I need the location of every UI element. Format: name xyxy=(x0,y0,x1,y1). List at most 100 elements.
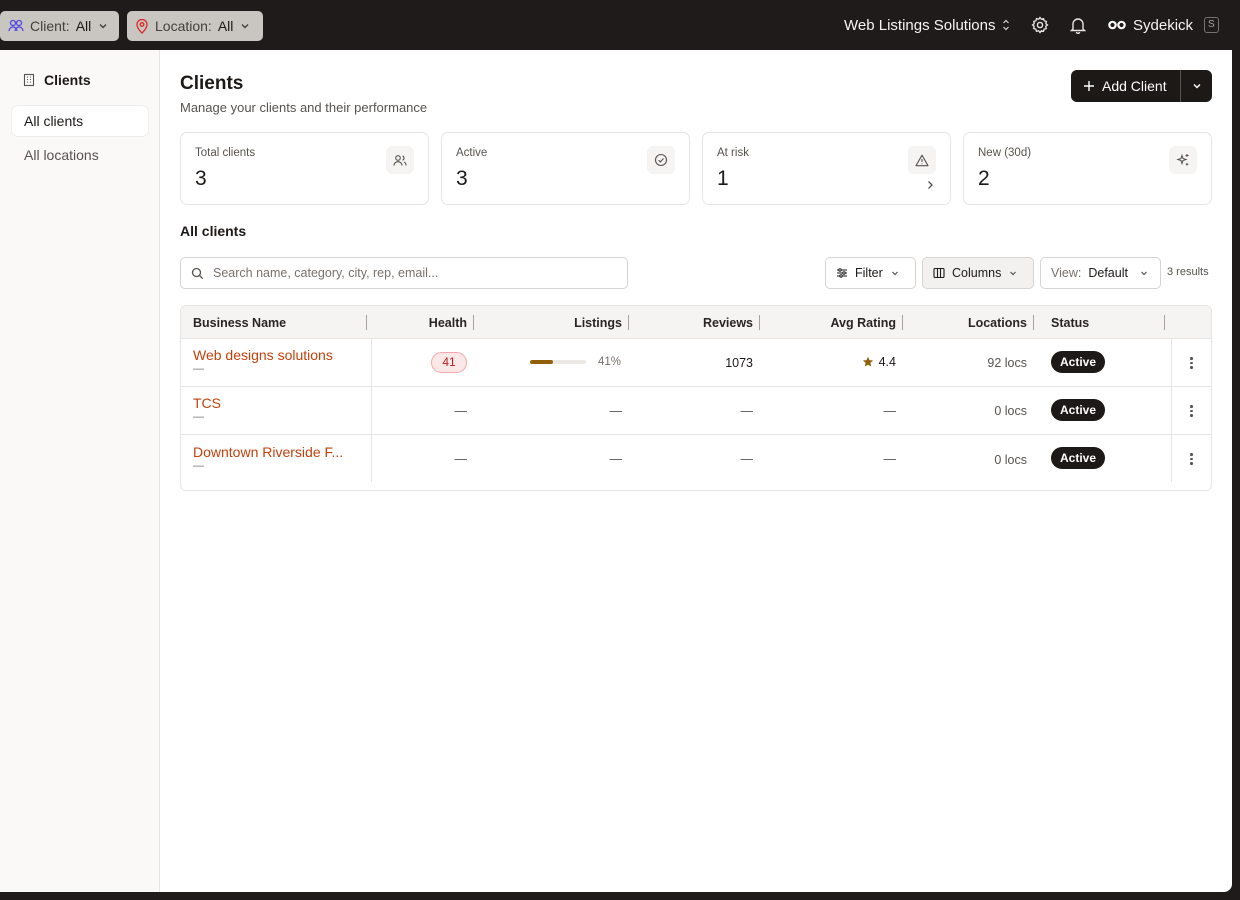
column-header-reviews[interactable]: Reviews xyxy=(636,306,753,339)
search-icon xyxy=(191,267,204,280)
columns-icon xyxy=(933,267,945,279)
stat-label: New (30d) xyxy=(978,147,1032,159)
stat-value: 3 xyxy=(456,167,468,190)
sidebar-title: Clients xyxy=(44,72,91,88)
search-box xyxy=(180,257,628,289)
table-row[interactable]: TCS — — — — — 0 locs Active xyxy=(181,387,1211,435)
filter-label: Filter xyxy=(855,266,883,280)
sparkle-icon xyxy=(1169,146,1197,174)
stat-label: Total clients xyxy=(195,147,256,159)
location-filter-label: Location: xyxy=(155,18,212,34)
stat-card-active: Active 3 xyxy=(441,132,690,205)
filter-button[interactable]: Filter xyxy=(825,257,916,289)
add-client-dropdown-button[interactable] xyxy=(1181,70,1212,102)
row-actions-icon[interactable] xyxy=(1190,453,1193,465)
sidebar: Clients All clients All locations xyxy=(0,50,160,892)
user-name: Sydekick xyxy=(1133,16,1194,34)
locations-cell: 92 locs xyxy=(987,356,1027,370)
workspace-name: Web Listings Solutions xyxy=(844,16,996,34)
gear-icon xyxy=(1031,16,1049,34)
view-label: View: xyxy=(1051,266,1082,280)
page-title: Clients xyxy=(180,73,244,94)
stat-card-new-30d: New (30d) 2 xyxy=(963,132,1212,205)
chevron-down-icon xyxy=(1139,268,1149,278)
column-resizer[interactable] xyxy=(759,315,760,330)
chevron-down-icon xyxy=(1008,268,1018,278)
app-frame: Clients All clients All locations Client… xyxy=(0,50,1232,892)
status-cell: Active xyxy=(1051,447,1106,469)
notifications-button[interactable] xyxy=(1070,0,1086,50)
reviews-cell: 1073 xyxy=(725,356,753,370)
chevron-down-icon xyxy=(890,268,900,278)
table-row[interactable]: Downtown Riverside F... — — — — — 0 locs… xyxy=(181,435,1211,483)
business-subtitle: — xyxy=(193,363,204,375)
rating-cell: — xyxy=(883,404,897,418)
listings-progress-fill xyxy=(530,360,553,364)
search-input[interactable] xyxy=(213,266,593,280)
listings-cell: — xyxy=(609,452,623,466)
user-menu[interactable]: Sydekick S xyxy=(1108,0,1219,50)
workspace-switcher[interactable]: Web Listings Solutions xyxy=(844,0,1011,50)
client-filter-pill[interactable]: Client: All xyxy=(0,11,119,41)
column-resizer[interactable] xyxy=(902,315,903,330)
business-name-link[interactable]: Downtown Riverside F... xyxy=(193,444,343,460)
map-pin-icon xyxy=(135,18,149,34)
top-bar: Client: All Location: All Web Listings S… xyxy=(0,0,1240,50)
infinity-logo-icon xyxy=(1108,20,1126,30)
sidebar-item-all-clients[interactable]: All clients xyxy=(12,106,148,136)
stat-value: 2 xyxy=(978,167,990,190)
listings-cell: — xyxy=(609,404,623,418)
status-badge: Active xyxy=(1051,447,1106,469)
stat-card-at-risk[interactable]: At risk 1 xyxy=(702,132,951,205)
column-resizer[interactable] xyxy=(473,315,474,330)
column-header-avg-rating[interactable]: Avg Rating xyxy=(771,306,896,339)
column-resizer[interactable] xyxy=(1033,315,1034,330)
sidebar-item-all-locations[interactable]: All locations xyxy=(12,140,148,170)
main-content: Clients Manage your clients and their pe… xyxy=(160,50,1232,892)
locations-cell: 0 locs xyxy=(994,404,1027,418)
chevron-up-down-icon xyxy=(1001,18,1011,32)
columns-button[interactable]: Columns xyxy=(922,257,1034,289)
users-icon xyxy=(8,19,24,33)
business-name-link[interactable]: Web designs solutions xyxy=(193,347,333,363)
columns-label: Columns xyxy=(952,266,1002,280)
column-header-business-name[interactable]: Business Name xyxy=(193,306,286,339)
table-row[interactable]: Web designs solutions — 41 41% 1073 4.4 … xyxy=(181,339,1211,387)
health-cell: — xyxy=(454,452,468,466)
users-icon xyxy=(386,146,414,174)
chevron-down-icon xyxy=(239,20,251,32)
business-name-link[interactable]: TCS xyxy=(193,395,221,411)
view-select[interactable]: View: Default xyxy=(1040,257,1161,289)
column-resizer[interactable] xyxy=(366,315,367,330)
status-badge: Active xyxy=(1051,351,1106,373)
column-header-listings[interactable]: Listings xyxy=(481,306,622,339)
locations-cell: 0 locs xyxy=(994,453,1027,467)
row-actions-icon[interactable] xyxy=(1190,357,1193,369)
column-header-status[interactable]: Status xyxy=(1051,306,1089,339)
status-cell: Active xyxy=(1051,351,1106,373)
column-resizer[interactable] xyxy=(1164,315,1165,330)
column-header-locations[interactable]: Locations xyxy=(911,306,1027,339)
row-actions-icon[interactable] xyxy=(1190,405,1193,417)
results-count: 3 results xyxy=(1167,266,1209,278)
column-resizer[interactable] xyxy=(628,315,629,330)
warning-icon xyxy=(908,146,936,174)
location-filter-pill[interactable]: Location: All xyxy=(127,11,263,41)
business-subtitle: — xyxy=(193,460,204,472)
client-filter-label: Client: xyxy=(30,18,70,34)
clients-table: Business Name Health Listings Reviews Av… xyxy=(180,305,1212,491)
page-subtitle: Manage your clients and their performanc… xyxy=(180,100,428,115)
chevron-down-icon xyxy=(1191,80,1203,92)
column-header-health[interactable]: Health xyxy=(381,306,467,339)
sidebar-header: Clients xyxy=(22,72,91,88)
settings-button[interactable] xyxy=(1031,0,1049,50)
health-cell: 41 xyxy=(431,351,467,373)
add-client-button-group: Add Client xyxy=(1071,70,1212,102)
location-filter-value: All xyxy=(217,18,234,34)
add-client-button[interactable]: Add Client xyxy=(1071,70,1181,102)
sliders-icon xyxy=(836,267,848,279)
add-client-label: Add Client xyxy=(1102,78,1167,94)
table-header: Business Name Health Listings Reviews Av… xyxy=(181,306,1211,339)
rating-value: 4.4 xyxy=(878,355,896,369)
stat-card-total-clients: Total clients 3 xyxy=(180,132,429,205)
